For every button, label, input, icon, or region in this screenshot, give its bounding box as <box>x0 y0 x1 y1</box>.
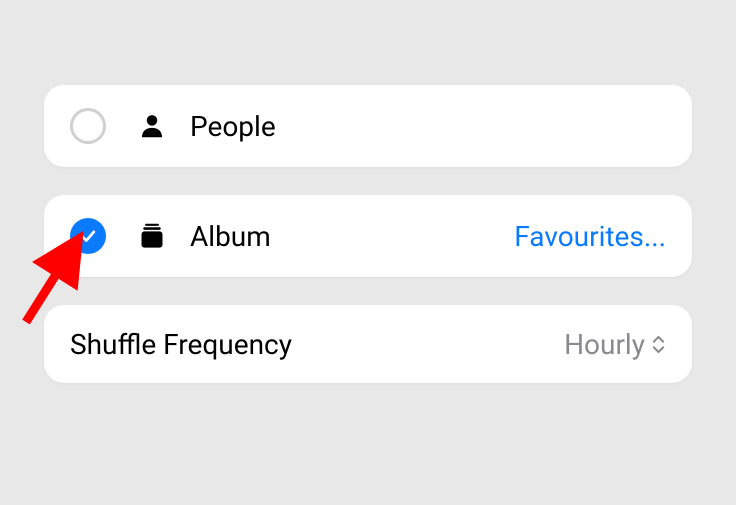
option-album-value[interactable]: Favourites... <box>514 220 666 253</box>
shuffle-card: Shuffle Frequency Hourly <box>44 305 692 383</box>
shuffle-row[interactable]: Shuffle Frequency Hourly <box>44 305 692 383</box>
person-icon <box>136 110 168 142</box>
option-people-row[interactable]: People <box>44 85 692 167</box>
radio-album-checked[interactable] <box>70 218 106 254</box>
chevron-up-down-icon <box>651 334 666 355</box>
option-people-card: People <box>44 85 692 167</box>
option-album-label: Album <box>190 220 514 253</box>
shuffle-value: Hourly <box>564 328 645 361</box>
option-people-label: People <box>190 110 666 143</box>
option-album-row[interactable]: Album Favourites... <box>44 195 692 277</box>
option-album-card: Album Favourites... <box>44 195 692 277</box>
radio-people-unchecked[interactable] <box>70 108 106 144</box>
checkmark-icon <box>78 226 98 246</box>
shuffle-label: Shuffle Frequency <box>70 328 564 361</box>
album-stack-icon <box>136 220 168 252</box>
shuffle-value-wrap[interactable]: Hourly <box>564 328 666 361</box>
